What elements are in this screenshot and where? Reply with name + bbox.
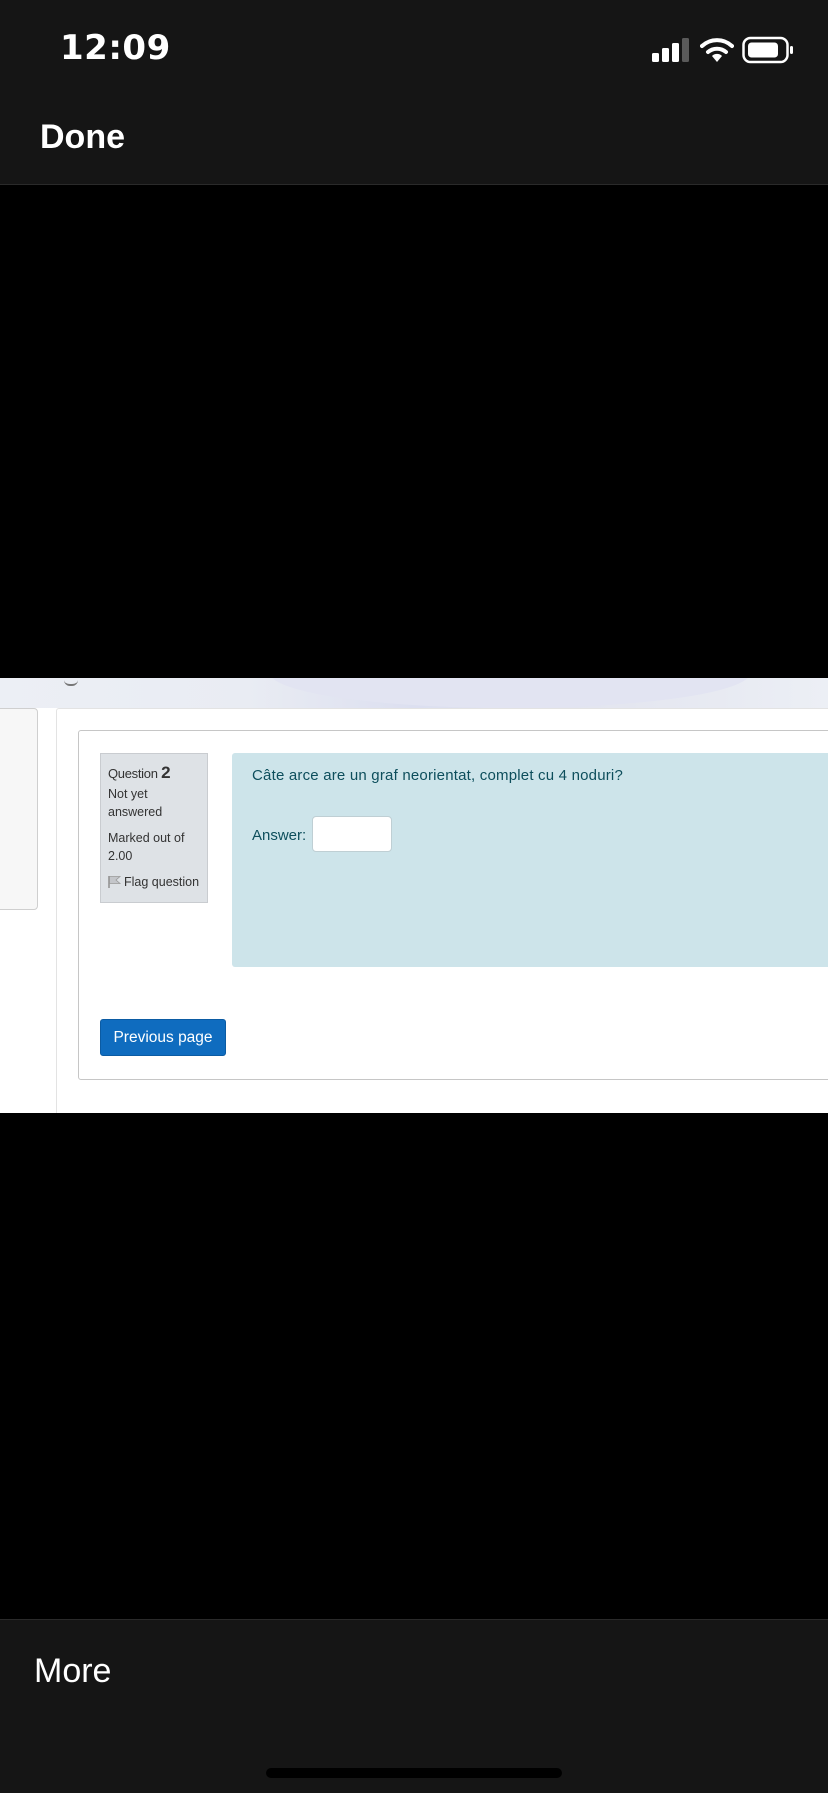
flag-icon — [108, 876, 122, 888]
question-heading: Question 2 — [108, 764, 200, 783]
nav-bar: Done — [0, 88, 828, 185]
answer-input[interactable] — [312, 816, 392, 852]
flag-question-link[interactable]: Flag question — [108, 873, 200, 891]
answer-label: Answer: — [252, 827, 307, 844]
question-content: Câte arce are un graf neorientat, comple… — [232, 753, 828, 967]
question-label: Question — [108, 766, 158, 781]
status-bar: 12:09 — [0, 0, 828, 88]
question-info-panel: Question 2 Not yet answered Marked out o… — [100, 753, 208, 903]
more-button[interactable]: More — [34, 1652, 111, 1691]
question-text: Câte arce are un graf neorientat, comple… — [252, 767, 624, 784]
quiz-navigation-panel — [0, 708, 38, 910]
bottom-toolbar: More — [0, 1619, 828, 1793]
status-time: 12:09 — [60, 28, 171, 68]
page-header-band — [0, 678, 828, 708]
flag-question-label: Flag question — [124, 875, 200, 889]
home-indicator — [266, 1768, 562, 1778]
cellular-signal-icon — [652, 38, 689, 62]
header-text-fragment — [64, 678, 78, 686]
web-content: Question 2 Not yet answered Marked out o… — [0, 678, 828, 1113]
header-decoration — [270, 678, 750, 708]
previous-page-button[interactable]: Previous page — [100, 1019, 226, 1056]
wifi-icon — [700, 38, 734, 62]
question-number: 2 — [161, 763, 171, 782]
battery-icon — [742, 36, 793, 64]
question-grade: Marked out of 2.00 — [108, 831, 185, 863]
done-button[interactable]: Done — [40, 118, 125, 157]
question-state: Not yet answered — [108, 787, 163, 819]
